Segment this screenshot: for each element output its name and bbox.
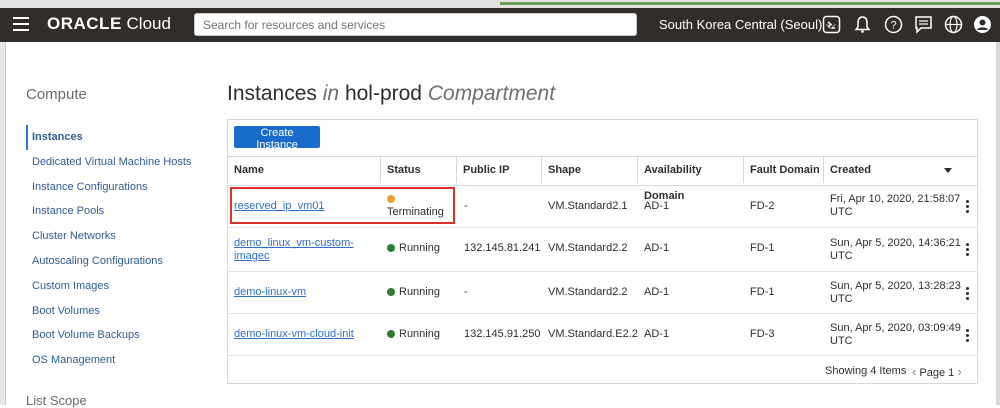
column-header-created[interactable]: Created (823, 157, 960, 183)
column-header-status[interactable]: Status (380, 157, 456, 183)
availability-domain-cell: AD-1 (644, 200, 670, 212)
hamburger-icon[interactable] (13, 17, 29, 31)
column-header-shape[interactable]: Shape (541, 157, 637, 183)
column-header-public-ip[interactable]: Public IP (456, 157, 541, 183)
fault-domain-cell: FD-3 (750, 328, 775, 340)
cloud-shell-icon[interactable] (822, 15, 841, 34)
sidebar-item-os-management[interactable]: OS Management (26, 348, 206, 373)
column-header-fault-domain[interactable]: Fault Domain (743, 157, 823, 183)
sidebar-item-autoscaling[interactable]: Autoscaling Configurations (26, 249, 206, 274)
pagination: ‹ Page 1 › (912, 364, 962, 379)
public-ip-cell: - (464, 200, 468, 212)
globe-icon[interactable] (944, 15, 963, 34)
window-left-edge (0, 42, 6, 405)
item-count: Showing 4 Items (825, 365, 907, 377)
sidebar-item-instance-pools[interactable]: Instance Pools (26, 199, 206, 224)
public-ip-cell: 132.145.81.241 (464, 242, 541, 254)
sort-descending-icon[interactable] (944, 168, 952, 173)
shape-cell: VM.Standard2.1 (548, 200, 628, 212)
sidebar-item-boot-volume-backups[interactable]: Boot Volume Backups (26, 323, 206, 348)
kebab-icon[interactable] (966, 287, 969, 302)
help-icon[interactable]: ? (884, 15, 903, 34)
sidebar-item-boot-volumes[interactable]: Boot Volumes (26, 299, 206, 324)
column-header-name[interactable]: Name (228, 157, 380, 183)
status-running-icon (387, 330, 395, 338)
chevron-right-icon[interactable]: › (957, 364, 961, 379)
fault-domain-cell: FD-1 (750, 242, 775, 254)
status-cell: Running (387, 328, 440, 341)
instance-name-link[interactable]: demo-linux-vm-cloud-init (234, 328, 354, 341)
browser-strip (0, 0, 1000, 8)
svg-text:?: ? (890, 20, 896, 32)
window-right-edge (996, 42, 1000, 405)
create-instance-button[interactable]: Create Instance (234, 126, 320, 151)
column-header-availability-domain[interactable]: Availability Domain (637, 157, 743, 202)
sidebar-item-instances[interactable]: Instances (26, 125, 206, 150)
status-running-icon (387, 288, 395, 296)
sidebar-title: Compute (26, 86, 87, 103)
oracle-cloud-logo[interactable]: ORACLE Cloud (47, 14, 171, 34)
shape-cell: VM.Standard2.2 (548, 286, 628, 298)
highlight-box (230, 187, 455, 224)
public-ip-cell: - (464, 286, 468, 298)
status-running-icon (387, 244, 395, 252)
list-scope-heading: List Scope (26, 393, 87, 408)
fault-domain-cell: FD-2 (750, 200, 775, 212)
created-cell: Fri, Apr 10, 2020, 21:58:07 UTC (830, 193, 961, 218)
availability-domain-cell: AD-1 (644, 242, 670, 254)
fault-domain-cell: FD-1 (750, 286, 775, 298)
status-cell: Running (387, 286, 440, 299)
chevron-left-icon[interactable]: ‹ (912, 364, 916, 379)
search-input[interactable] (194, 13, 637, 36)
created-cell: Sun, Apr 5, 2020, 14:36:21 UTC (830, 237, 961, 262)
public-ip-cell: 132.145.91.250 (464, 328, 541, 340)
sidebar-item-cluster-networks[interactable]: Cluster Networks (26, 224, 206, 249)
status-cell: Running (387, 242, 440, 255)
region-selector[interactable]: South Korea Central (Seoul) ⌵ (659, 17, 836, 33)
shape-cell: VM.Standard.E2.2 (548, 328, 638, 340)
bell-icon[interactable] (853, 15, 872, 34)
sidebar-item-instance-configurations[interactable]: Instance Configurations (26, 175, 206, 200)
sidebar-item-dedicated-vm-hosts[interactable]: Dedicated Virtual Machine Hosts (26, 150, 206, 175)
availability-domain-cell: AD-1 (644, 328, 670, 340)
availability-domain-cell: AD-1 (644, 286, 670, 298)
kebab-icon[interactable] (966, 329, 969, 344)
page-title: Instances in hol-prod Compartment (227, 82, 556, 105)
chat-icon[interactable] (914, 15, 933, 34)
sidebar-nav: Instances Dedicated Virtual Machine Host… (26, 125, 206, 373)
instance-name-link[interactable]: demo_linux_vm-custom-imagec (234, 237, 354, 263)
profile-icon[interactable] (973, 15, 992, 34)
shape-cell: VM.Standard2.2 (548, 242, 628, 254)
kebab-icon[interactable] (966, 200, 969, 215)
created-cell: Sun, Apr 5, 2020, 03:09:49 UTC (830, 322, 961, 347)
page-label: Page 1 (919, 367, 955, 379)
kebab-icon[interactable] (966, 243, 969, 258)
created-cell: Sun, Apr 5, 2020, 13:28:23 UTC (830, 280, 961, 305)
instance-name-link[interactable]: demo-linux-vm (234, 286, 306, 299)
sidebar-item-custom-images[interactable]: Custom Images (26, 274, 206, 299)
